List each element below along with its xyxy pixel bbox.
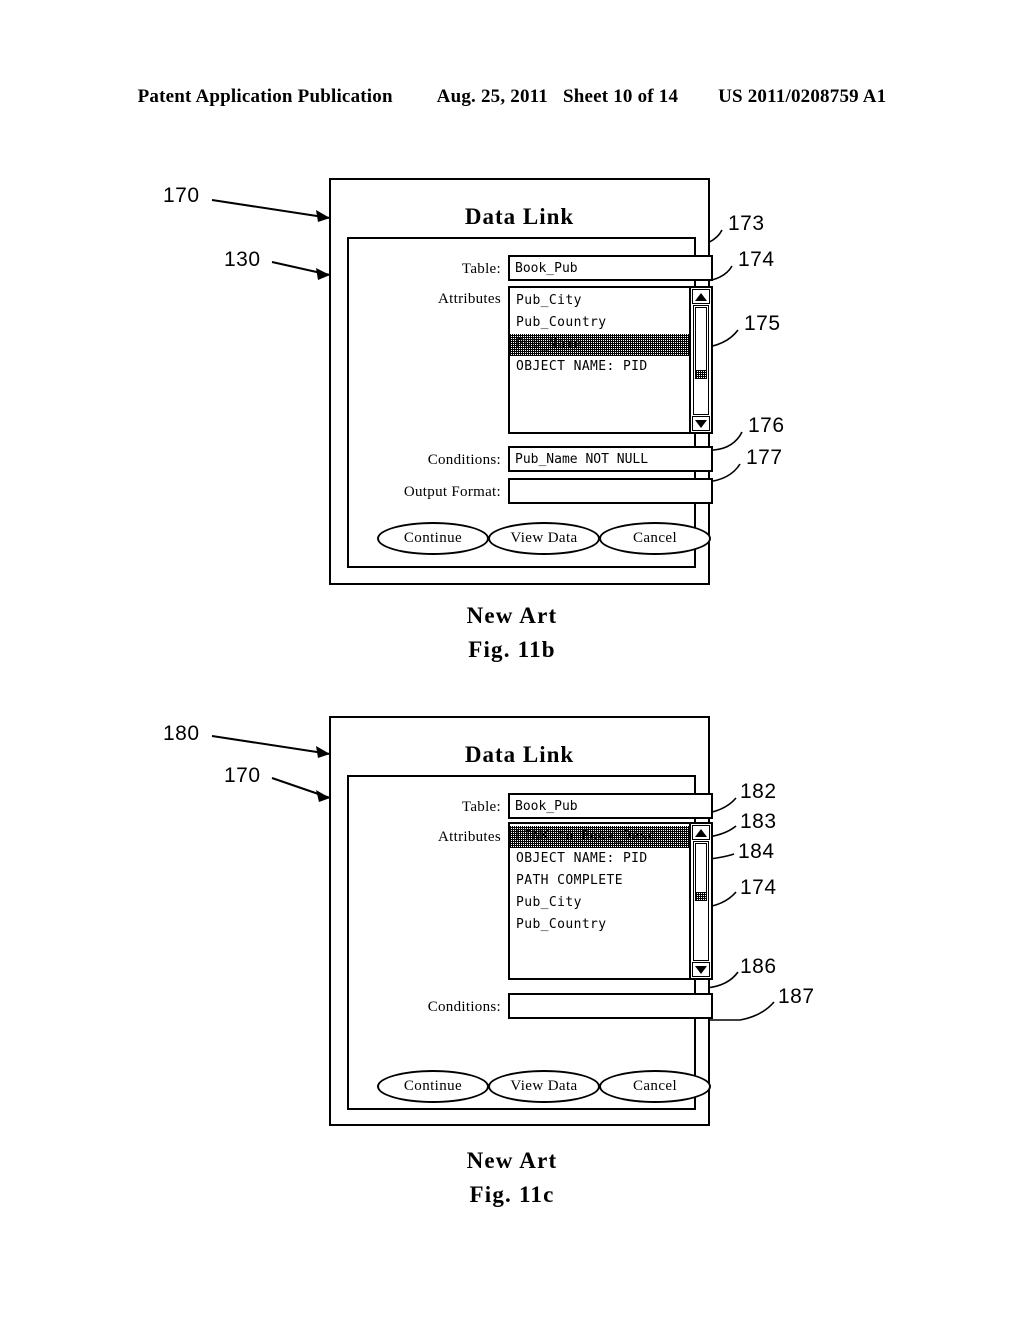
dialog-title: Data Link: [464, 742, 575, 767]
view-data-button[interactable]: View Data: [488, 522, 600, 555]
list-item[interactable]: OBJECT NAME: PID: [510, 848, 689, 870]
header-document-number: US 2011/0208759 A1: [718, 86, 887, 107]
reference-number-186: 186: [740, 955, 777, 978]
figure-caption-number: Fig. 11c: [469, 1182, 555, 1207]
reference-number-170: 170: [224, 764, 261, 787]
attributes-listbox[interactable]: LINK to Book_Desc OBJECT NAME: PID PATH …: [508, 822, 713, 980]
conditions-label: Conditions:: [427, 452, 501, 468]
list-item[interactable]: Pub_Country: [510, 914, 689, 936]
list-item-selected[interactable]: LINK to Book_Desc: [510, 826, 689, 848]
list-item[interactable]: PATH COMPLETE: [510, 870, 689, 892]
conditions-label: Conditions:: [427, 999, 501, 1015]
header-publication: Patent Application Publication: [137, 86, 393, 107]
figure-caption-new-art: New Art: [466, 1148, 558, 1173]
dialog-inner-panel: Table: Book_Pub Attributes LINK to Book_…: [347, 775, 713, 1110]
scroll-down-arrow-icon[interactable]: [692, 416, 710, 431]
figure-11c: 180 170 182 183 184 174 186 187 169 Data…: [0, 710, 1024, 1270]
scroll-up-arrow-icon[interactable]: [692, 825, 710, 840]
list-item[interactable]: Pub_City: [510, 892, 689, 914]
cancel-button[interactable]: Cancel: [599, 1070, 711, 1103]
attributes-listbox[interactable]: Pub_City Pub_Country Pub_Name OBJECT NAM…: [508, 286, 713, 434]
reference-number-174: 174: [738, 248, 775, 271]
dialog-title: Data Link: [464, 204, 575, 229]
scroll-down-arrow-icon[interactable]: [692, 962, 710, 977]
scroll-thumb-grip-icon: [696, 370, 706, 378]
table-input[interactable]: Book_Pub: [508, 255, 713, 281]
header-sheet: Sheet 10 of 14: [562, 86, 679, 107]
attributes-list: LINK to Book_Desc OBJECT NAME: PID PATH …: [510, 824, 689, 978]
scroll-track[interactable]: [693, 305, 709, 415]
reference-number-184: 184: [738, 840, 775, 863]
reference-number-175: 175: [744, 312, 781, 335]
header-date: Aug. 25, 2011: [436, 86, 548, 107]
attributes-label: Attributes: [438, 291, 501, 307]
scroll-track[interactable]: [693, 841, 709, 961]
figure-11b: 170 130 173 174 175 176 177 169 178 Data…: [0, 170, 1024, 670]
table-label: Table:: [461, 261, 501, 277]
reference-number-174: 174: [740, 876, 777, 899]
list-item[interactable]: Pub_Country: [510, 312, 689, 334]
data-link-dialog-11b: Data Link Table: Book_Pub Attributes Pub…: [329, 178, 713, 585]
output-format-label: Output Format:: [403, 484, 501, 500]
output-format-input[interactable]: [508, 478, 713, 504]
reference-number-180: 180: [163, 722, 200, 745]
figure-caption-new-art: New Art: [466, 603, 558, 628]
data-link-dialog-11c: Data Link Table: Book_Pub Attributes LIN…: [329, 716, 713, 1126]
table-label: Table:: [461, 799, 501, 815]
continue-button[interactable]: Continue: [377, 522, 489, 555]
reference-number-183: 183: [740, 810, 777, 833]
scroll-thumb-grip-icon: [696, 892, 706, 900]
continue-button[interactable]: Continue: [377, 1070, 489, 1103]
attributes-scrollbar[interactable]: [689, 824, 711, 978]
reference-number-173: 173: [728, 212, 765, 235]
reference-number-177: 177: [746, 446, 783, 469]
attributes-list: Pub_City Pub_Country Pub_Name OBJECT NAM…: [510, 288, 689, 432]
page-header: Patent Application Publication Aug. 25, …: [0, 86, 1024, 108]
figure-caption-number: Fig. 11b: [468, 637, 556, 662]
attributes-scrollbar[interactable]: [689, 288, 711, 432]
cancel-button[interactable]: Cancel: [599, 522, 711, 555]
attributes-label: Attributes: [438, 829, 501, 845]
scroll-thumb[interactable]: [695, 843, 707, 901]
table-input[interactable]: Book_Pub: [508, 793, 713, 819]
list-item-selected[interactable]: Pub_Name: [510, 334, 689, 356]
conditions-input[interactable]: Pub_Name NOT NULL: [508, 446, 713, 472]
dialog-inner-panel: Table: Book_Pub Attributes Pub_City Pub_…: [347, 237, 713, 568]
reference-number-130: 130: [224, 248, 261, 271]
reference-number-176: 176: [748, 414, 785, 437]
reference-number-187: 187: [778, 985, 815, 1008]
reference-number-170: 170: [163, 184, 200, 207]
view-data-button[interactable]: View Data: [488, 1070, 600, 1103]
conditions-input[interactable]: [508, 993, 713, 1019]
scroll-thumb[interactable]: [695, 307, 707, 379]
list-item[interactable]: Pub_City: [510, 290, 689, 312]
scroll-up-arrow-icon[interactable]: [692, 289, 710, 304]
reference-number-182: 182: [740, 780, 777, 803]
list-item[interactable]: OBJECT NAME: PID: [510, 356, 689, 378]
